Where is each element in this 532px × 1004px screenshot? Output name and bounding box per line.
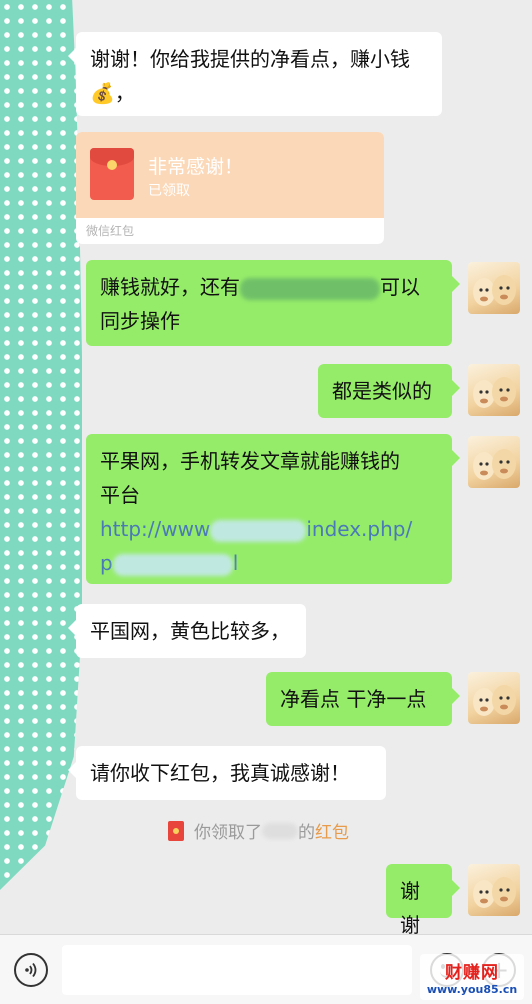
- message-text: 可以: [380, 275, 420, 299]
- watermark-brand: 财赚网: [445, 963, 499, 983]
- red-packet-label: 微信红包: [86, 224, 135, 238]
- notice-text: 的: [298, 823, 315, 843]
- alpaca-avatar-icon: [473, 685, 516, 716]
- voice-icon[interactable]: [14, 953, 48, 987]
- message-text: 请你收下红包，我真诚感谢！: [90, 761, 350, 785]
- message-text: 赚钱就好，还有: [100, 275, 240, 299]
- message-text: 谢谢！你给我提供的净看点，赚小钱: [90, 47, 410, 71]
- chat-input-bar: + 财赚网 www.you85.cn: [0, 934, 532, 1004]
- message-text: 谢谢: [400, 879, 420, 937]
- avatar[interactable]: [468, 672, 520, 724]
- message-outgoing[interactable]: 净看点 干净一点: [266, 672, 460, 726]
- message-text: 都是类似的: [332, 379, 432, 403]
- alpaca-avatar-icon: [473, 275, 516, 306]
- avatar[interactable]: [468, 364, 520, 416]
- money-bag-emoji-icon: 💰: [90, 81, 115, 105]
- blurred-region: [210, 519, 307, 542]
- message-incoming[interactable]: 谢谢！你给我提供的净看点，赚小钱 💰，: [68, 32, 442, 116]
- red-envelope-icon: [168, 820, 184, 841]
- message-text: 净看点 干净一点: [280, 687, 427, 711]
- message-text: ，: [114, 81, 135, 105]
- message-text: 同步操作: [100, 309, 180, 333]
- red-envelope-icon: [90, 148, 134, 200]
- system-notice: 你领取了 的 红包: [168, 818, 349, 843]
- notice-text: 你领取了: [194, 823, 262, 843]
- message-link[interactable]: http://www index.php/p l: [100, 517, 412, 576]
- avatar[interactable]: [468, 436, 520, 488]
- red-packet-title: 非常感谢！: [148, 156, 244, 178]
- watermark-url: www.you85.cn: [426, 983, 518, 996]
- blurred-region: [262, 822, 298, 839]
- notice-link-hongbao[interactable]: 红包: [315, 818, 349, 843]
- red-packet-header: 非常感谢！ 已领取: [76, 132, 384, 218]
- voice-wave-icon: [25, 962, 37, 978]
- red-packet-status: 已领取: [148, 183, 190, 199]
- alpaca-avatar-icon: [473, 877, 516, 908]
- message-text: 平果网，手机转发文章就能赚钱的: [100, 449, 400, 473]
- message-incoming[interactable]: 请你收下红包，我真诚感谢！: [68, 746, 386, 800]
- alpaca-avatar-icon: [473, 449, 516, 480]
- message-outgoing[interactable]: 谢谢: [386, 864, 460, 937]
- watermark-logo: 财赚网 www.you85.cn: [420, 954, 524, 1000]
- blurred-region: [240, 277, 380, 300]
- avatar[interactable]: [468, 864, 520, 916]
- alpaca-avatar-icon: [473, 377, 516, 408]
- message-incoming[interactable]: 平国网，黄色比较多，: [68, 604, 306, 658]
- message-text: 平台: [100, 483, 140, 507]
- message-input[interactable]: [62, 945, 412, 995]
- red-packet-card[interactable]: 非常感谢！ 已领取 微信红包: [76, 132, 384, 244]
- blurred-region: [112, 553, 233, 576]
- message-outgoing[interactable]: 赚钱就好，还有 可以 同步操作: [86, 260, 460, 346]
- message-outgoing[interactable]: 都是类似的: [318, 364, 460, 418]
- message-outgoing[interactable]: 平果网，手机转发文章就能赚钱的 平台 http://www index.php/p…: [86, 434, 460, 584]
- message-text: 平国网，黄色比较多，: [90, 619, 290, 643]
- avatar[interactable]: [468, 262, 520, 314]
- decorative-dotted-strip: [0, 0, 82, 890]
